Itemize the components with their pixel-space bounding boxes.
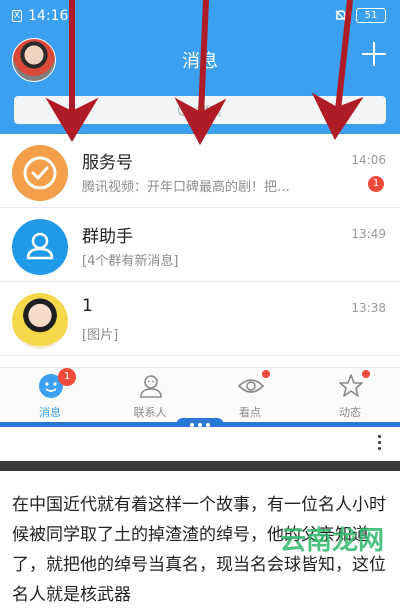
annotation-arrow (174, 0, 227, 146)
annotation-arrows (45, 0, 364, 146)
annotation-arrow (45, 0, 99, 142)
annotation-arrow (311, 0, 364, 141)
